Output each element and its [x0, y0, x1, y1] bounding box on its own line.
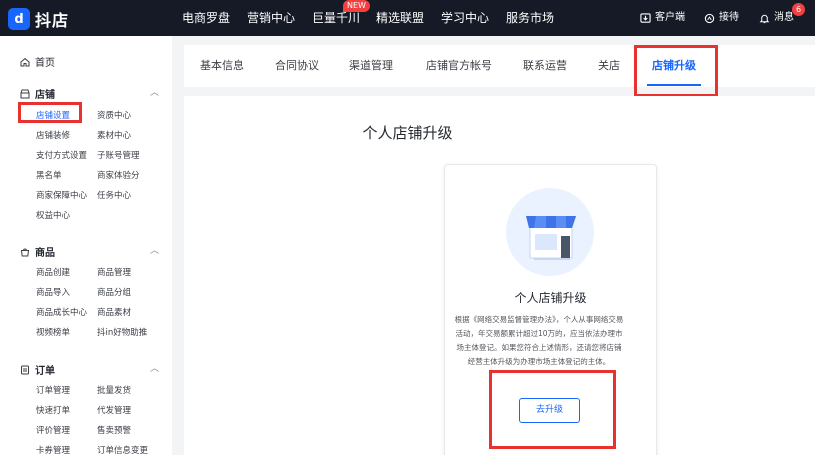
go-upgrade-button[interactable]: 去升级	[519, 398, 580, 423]
headset-icon	[704, 13, 715, 23]
app-name: 抖店	[35, 11, 70, 30]
logo-icon: d	[8, 8, 30, 30]
sidebar-item-store-settings[interactable]: 店铺设置	[36, 109, 70, 121]
goods-icon	[20, 248, 30, 256]
sidebar-section-store[interactable]: 店铺	[20, 86, 55, 101]
home-label: 首页	[35, 58, 55, 69]
tab-basic-info[interactable]: 基本信息	[200, 45, 244, 87]
sidebar-item-quick-print[interactable]: 快速打单	[36, 404, 70, 416]
message-count-badge: 6	[792, 3, 805, 16]
sidebar-item-rights-center[interactable]: 权益中心	[36, 209, 70, 221]
download-icon	[640, 12, 651, 23]
tab-close-store[interactable]: 关店	[598, 45, 620, 87]
chevron-up-icon[interactable]: ︿	[150, 361, 159, 374]
tab-store-upgrade[interactable]: 店铺升级	[652, 45, 696, 87]
reception-label: 接待	[719, 12, 739, 23]
sidebar-item-task-center[interactable]: 任务中心	[97, 189, 131, 201]
client-label: 客户端	[655, 12, 685, 23]
order-icon	[21, 365, 29, 374]
sidebar-section-orders[interactable]: 订单	[20, 362, 55, 377]
goods-section-title: 商品	[35, 248, 55, 259]
chevron-up-icon[interactable]: ︿	[150, 85, 159, 98]
card-title: 个人店铺升级	[514, 291, 587, 305]
storefront-illustration-icon	[506, 188, 594, 276]
sidebar-item-goods-management[interactable]: 商品管理	[97, 266, 131, 278]
sidebar-item-blacklist[interactable]: 黑名单	[36, 169, 62, 181]
store-icon	[20, 89, 30, 98]
app-logo[interactable]: d 抖店	[8, 7, 69, 31]
sidebar-item-goods-import[interactable]: 商品导入	[36, 286, 70, 298]
new-badge: NEW	[343, 0, 370, 12]
client-download-button[interactable]: 客户端	[640, 0, 685, 36]
sidebar-section-goods[interactable]: 商品	[20, 244, 55, 259]
nav-item-marketing[interactable]: 营销中心	[247, 0, 295, 36]
sidebar-item-coupon-management[interactable]: 卡券管理	[36, 444, 70, 455]
top-nav-bar: d 抖店 电商罗盘 营销中心 巨量千川 NEW 精选联盟 学习中心 服务市场 客…	[0, 0, 815, 36]
sidebar-item-goods-material[interactable]: 商品素材	[97, 306, 131, 318]
sidebar-item-dropship-management[interactable]: 代发管理	[97, 404, 131, 416]
bell-icon	[759, 14, 770, 23]
page-title: 个人店铺升级	[362, 124, 453, 142]
sidebar-item-order-info-change[interactable]: 订单信息变更	[97, 444, 148, 455]
sidebar-item-goods-group[interactable]: 商品分组	[97, 286, 131, 298]
nav-item-compass[interactable]: 电商罗盘	[182, 0, 230, 36]
store-section-title: 店铺	[35, 90, 55, 101]
tab-official-account[interactable]: 店铺官方帐号	[426, 45, 492, 87]
orders-section-title: 订单	[35, 366, 55, 377]
sidebar-item-merchant-guarantee[interactable]: 商家保障中心	[36, 189, 87, 201]
tab-contact-ops[interactable]: 联系运营	[523, 45, 567, 87]
reception-button[interactable]: 接待	[704, 0, 739, 36]
sidebar-item-order-management[interactable]: 订单管理	[36, 384, 70, 396]
chevron-up-icon[interactable]: ︿	[150, 243, 159, 256]
sidebar-item-subaccount-management[interactable]: 子账号管理	[97, 149, 140, 161]
tab-contract[interactable]: 合同协议	[275, 45, 319, 87]
sidebar-item-payment-settings[interactable]: 支付方式设置	[36, 149, 87, 161]
active-tab-indicator	[647, 84, 701, 86]
nav-item-service-market[interactable]: 服务市场	[506, 0, 554, 36]
sidebar-item-qualification-center[interactable]: 资质中心	[97, 109, 131, 121]
home-icon	[20, 57, 30, 66]
sidebar-item-goods-growth[interactable]: 商品成长中心	[36, 306, 87, 318]
sidebar-item-merchant-score[interactable]: 商家体验分	[97, 169, 140, 181]
messages-label: 消息	[774, 12, 794, 23]
card-description: 根据《网络交易监督管理办法》，个人从事网络交易活动，年交易额累计超过10万的，应…	[454, 315, 624, 366]
sidebar-item-review-management[interactable]: 评价管理	[36, 424, 70, 436]
nav-item-learning[interactable]: 学习中心	[441, 0, 489, 36]
sidebar-item-video-ranking[interactable]: 视频榜单	[36, 326, 70, 338]
sidebar-item-home[interactable]: 首页	[20, 54, 55, 69]
sidebar-item-sales-warning[interactable]: 售卖预警	[97, 424, 131, 436]
tab-channel-management[interactable]: 渠道管理	[349, 45, 393, 87]
nav-item-alliance[interactable]: 精选联盟	[376, 0, 424, 36]
sidebar-item-douin-boost[interactable]: 抖in好物助推	[97, 326, 147, 338]
messages-button[interactable]: 消息	[759, 0, 794, 36]
sidebar-item-batch-shipping[interactable]: 批量发货	[97, 384, 131, 396]
sidebar-item-goods-create[interactable]: 商品创建	[36, 266, 70, 278]
